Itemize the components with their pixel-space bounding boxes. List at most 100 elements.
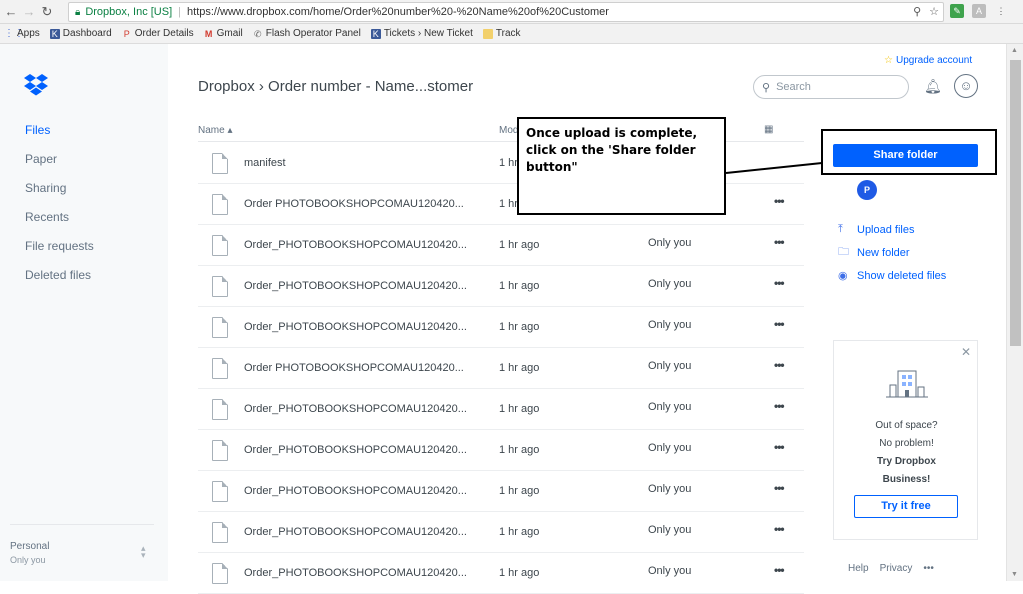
menu-dots-icon[interactable]: ⋮ — [994, 4, 1008, 18]
table-row[interactable]: Order_PHOTOBOOKSHOPCOMAU120420... 1 hr ag… — [198, 389, 804, 430]
extension-green-icon[interactable]: ✎ — [950, 4, 964, 18]
sidebar-item-paper[interactable]: Paper — [25, 151, 94, 180]
office-building-illustration — [886, 370, 928, 398]
more-options-icon[interactable]: ••• — [774, 522, 785, 536]
upload-icon: ⤒ — [838, 223, 843, 235]
more-links-icon[interactable]: ••• — [923, 563, 934, 574]
annotation-callout: Once upload is complete, click on the 'S… — [517, 117, 726, 215]
file-icon — [212, 194, 228, 215]
more-options-icon[interactable]: ••• — [774, 317, 785, 331]
show-deleted-files-link[interactable]: ◉ Show deleted files — [838, 264, 946, 287]
table-row[interactable]: Order_PHOTOBOOKSHOPCOMAU120420... 1 hr ag… — [198, 471, 804, 512]
pbs-icon: P — [123, 28, 130, 39]
file-icon — [212, 358, 228, 379]
more-options-icon[interactable]: ••• — [774, 563, 785, 577]
breadcrumb[interactable]: Dropbox › Order number - Name...stomer — [198, 78, 473, 95]
folder-icon: 🗀︎ — [838, 246, 849, 258]
bookmark-gmail[interactable]: M Gmail — [204, 28, 243, 39]
bell-icon[interactable]: 🔔︎ — [924, 78, 942, 95]
file-name[interactable]: Order_PHOTOBOOKSHOPCOMAU120420... — [244, 526, 467, 538]
table-row[interactable]: Order PHOTOBOOKSHOPCOMAU120420... 1 hr ag… — [198, 348, 804, 389]
bookmark-flash-operator-panel[interactable]: ✆ Flash Operator Panel — [253, 28, 361, 39]
privacy-link[interactable]: Privacy — [880, 563, 913, 574]
table-row[interactable]: Order_PHOTOBOOKSHOPCOMAU120420... 1 hr ag… — [198, 307, 804, 348]
file-icon — [212, 276, 228, 297]
bookmark-order-details[interactable]: P Order Details — [122, 28, 194, 39]
bookmark-dashboard[interactable]: K Dashboard — [49, 28, 112, 39]
file-modified: 1 hr ago — [499, 444, 540, 456]
column-modified[interactable]: Mod — [499, 125, 518, 136]
close-icon[interactable]: ✕ — [961, 345, 971, 359]
zoom-icon[interactable]: ⚲ — [913, 5, 921, 18]
search-placeholder: Search — [776, 81, 811, 93]
more-options-icon[interactable]: ••• — [774, 399, 785, 413]
new-folder-link[interactable]: 🗀︎ New folder — [838, 241, 946, 264]
table-row[interactable]: Order_PHOTOBOOKSHOPCOMAU120420... 1 hr ag… — [198, 430, 804, 471]
more-options-icon[interactable]: ••• — [774, 358, 785, 372]
file-name[interactable]: Order_PHOTOBOOKSHOPCOMAU120420... — [244, 321, 467, 333]
sidebar-item-sharing[interactable]: Sharing — [25, 180, 94, 209]
try-it-free-button[interactable]: Try it free — [854, 495, 958, 518]
member-avatar[interactable]: P — [857, 180, 877, 200]
more-options-icon[interactable]: ••• — [774, 481, 785, 495]
file-name[interactable]: Order_PHOTOBOOKSHOPCOMAU120420... — [244, 567, 467, 579]
bookmark-label: Apps — [17, 28, 40, 39]
sidebar-item-recents[interactable]: Recents — [25, 209, 94, 238]
page-scrollbar[interactable]: ▲ ▼ — [1006, 44, 1023, 581]
account-chevron-icon[interactable]: ▴ ▾ — [141, 544, 146, 560]
file-icon — [212, 399, 228, 420]
table-row[interactable]: Order_PHOTOBOOKSHOPCOMAU120420... 1 hr ag… — [198, 512, 804, 553]
file-name[interactable]: Order PHOTOBOOKSHOPCOMAU120420... — [244, 198, 464, 210]
folder-actions: ⤒ Upload files 🗀︎ New folder ◉ Show deleted… — [838, 218, 946, 287]
bookmark-star-icon[interactable]: ☆ — [929, 5, 939, 18]
reload-icon[interactable]: ↻ — [38, 4, 56, 20]
file-name[interactable]: Order_PHOTOBOOKSHOPCOMAU120420... — [244, 403, 467, 415]
file-name[interactable]: manifest — [244, 157, 286, 169]
column-name[interactable]: Name ▴ — [198, 125, 232, 136]
bookmark-label: Track — [495, 28, 521, 39]
avatar[interactable]: ☺ — [954, 74, 978, 98]
scroll-down-icon[interactable]: ▼ — [1011, 571, 1018, 578]
file-name[interactable]: Order_PHOTOBOOKSHOPCOMAU120420... — [244, 444, 467, 456]
extension-gray-icon[interactable]: A — [972, 4, 986, 18]
file-icon — [212, 317, 228, 338]
file-name[interactable]: Order_PHOTOBOOKSHOPCOMAU120420... — [244, 239, 467, 251]
upgrade-account-link[interactable]: ☆ Upgrade account — [884, 55, 972, 66]
account-switcher[interactable]: Personal Only you — [10, 541, 49, 565]
table-row[interactable]: Order_PHOTOBOOKSHOPCOMAU120420... 1 hr ag… — [198, 553, 804, 594]
bookmark-track[interactable]: Track — [482, 28, 521, 39]
more-options-icon[interactable]: ••• — [774, 194, 785, 208]
grid-view-icon[interactable]: ▦ — [764, 124, 773, 135]
sidebar-item-files[interactable]: Files — [25, 122, 94, 151]
file-name[interactable]: Order_PHOTOBOOKSHOPCOMAU120420... — [244, 280, 467, 292]
file-name[interactable]: Order_PHOTOBOOKSHOPCOMAU120420... — [244, 485, 467, 497]
lock-icon: 🔒︎ — [75, 6, 81, 18]
bookmark-apps[interactable]: ⋮⋮ Apps — [4, 28, 40, 39]
promo-line: Business! — [882, 474, 931, 485]
file-name[interactable]: Order PHOTOBOOKSHOPCOMAU120420... — [244, 362, 464, 374]
dropbox-logo-icon[interactable] — [24, 74, 48, 96]
scroll-up-icon[interactable]: ▲ — [1011, 47, 1018, 54]
file-members: Only you — [648, 483, 692, 495]
promo-line: No problem! — [879, 438, 934, 449]
file-modified: 1 hr — [499, 198, 518, 210]
help-link[interactable]: Help — [848, 563, 869, 574]
more-options-icon[interactable]: ••• — [774, 235, 785, 249]
bookmark-tickets[interactable]: K Tickets › New Ticket — [370, 28, 473, 39]
more-options-icon[interactable]: ••• — [774, 276, 785, 290]
file-members: Only you — [648, 360, 692, 372]
table-row[interactable]: Order_PHOTOBOOKSHOPCOMAU120420... 1 hr ag… — [198, 225, 804, 266]
back-arrow-icon[interactable]: ← — [2, 4, 20, 19]
upload-files-link[interactable]: ⤒ Upload files — [838, 218, 946, 241]
scroll-thumb[interactable] — [1010, 60, 1021, 346]
forward-arrow-icon[interactable]: → — [20, 4, 38, 19]
sidebar-item-file-requests[interactable]: File requests — [25, 238, 94, 267]
file-members: Only you — [648, 319, 692, 331]
more-options-icon[interactable]: ••• — [774, 440, 785, 454]
sidebar-item-deleted-files[interactable]: Deleted files — [25, 267, 94, 296]
url-text: https://www.dropbox.com/home/Order%20num… — [187, 6, 609, 18]
search-input[interactable]: ⚲ Search — [753, 75, 909, 99]
address-bar[interactable]: 🔒︎ Dropbox, Inc [US] | https://www.dropb… — [68, 2, 944, 22]
bookmark-label: Tickets › New Ticket — [383, 28, 473, 39]
table-row[interactable]: Order_PHOTOBOOKSHOPCOMAU120420... 1 hr ag… — [198, 266, 804, 307]
